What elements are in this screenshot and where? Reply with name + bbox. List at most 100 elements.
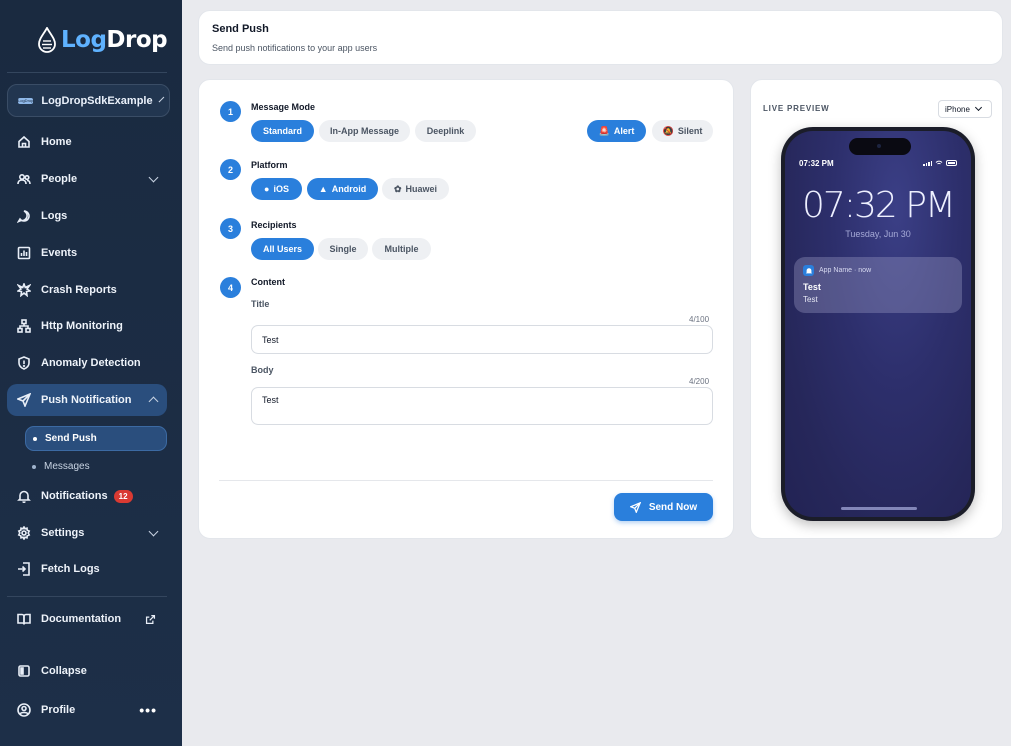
wifi-icon [935,160,943,165]
nav-label-people: People [41,173,78,185]
chat-bubble-icon [17,209,31,223]
home-icon [17,135,31,149]
platform-huawei-label: Huawei [405,184,438,194]
mode-standard-button[interactable]: Standard [251,120,314,142]
nav-item-http-monitoring[interactable]: Http Monitoring [7,310,167,342]
signal-icon [923,160,932,166]
app-mini-logo: LogDrop [18,97,34,104]
external-link-icon [143,612,157,626]
phone-mockup: 07:32 PM 07:32 PM Tuesday, Jun 30 App Na… [781,127,975,521]
notification-title: Test [803,282,821,292]
app-name: LogDropSdkExample [41,94,153,107]
platform-ios-label: iOS [273,184,289,194]
step-1-label: Message Mode [251,102,316,112]
notification-app-name: App Name · now [819,267,872,274]
sidebar-collapse-icon [17,664,31,678]
bar-chart-icon [17,246,31,260]
lock-screen-date: Tuesday, Jun 30 [845,229,911,239]
divider [219,480,713,481]
gear-icon [17,526,31,540]
battery-icon [946,160,957,166]
nav-item-crash-reports[interactable]: Crash Reports [7,274,167,306]
logdrop-logo[interactable]: LogDrop [37,25,168,55]
recipients-multiple-button[interactable]: Multiple [372,238,431,260]
mode-deeplink-button[interactable]: Deeplink [415,120,476,142]
divider [7,72,167,73]
platform-ios-button[interactable]: ● iOS [251,178,302,200]
nav-label-fetch-logs: Fetch Logs [41,563,100,575]
bullet-dot [32,464,36,469]
nav-label-events: Events [41,247,78,259]
page-header: Send Push Send push notifications to you… [198,10,1003,65]
step-2-label: Platform [251,160,288,170]
nav-item-documentation[interactable]: Documentation [7,603,167,635]
nav-item-notifications[interactable]: Notifications 12 [7,480,167,512]
nav-item-fetch-logs[interactable]: Fetch Logs [7,553,167,585]
nav-item-collapse[interactable]: Collapse [7,655,167,687]
nav-label-settings: Settings [41,527,85,539]
dynamic-island [849,138,911,155]
body-field-label: Body [251,365,274,375]
recipients-single-button[interactable]: Single [318,238,368,260]
platform-huawei-button[interactable]: ✿ Huawei [382,178,449,200]
silent-button[interactable]: 🔕 Silent [652,120,713,142]
explosion-icon [17,283,31,297]
android-icon: ▲ [318,184,328,194]
home-indicator [841,507,917,510]
live-preview-label: LIVE PREVIEW [763,104,830,113]
send-now-button[interactable]: Send Now [614,493,713,521]
device-select[interactable]: iPhone [938,100,992,118]
huawei-icon: ✿ [393,183,402,194]
sub-label-messages: Messages [44,461,90,472]
notification-body: Test [803,295,818,304]
nav-item-anomaly-detection[interactable]: Anomaly Detection [7,347,167,379]
nav-item-logs[interactable]: Logs [7,200,167,232]
import-icon [17,562,31,576]
status-bar-icons [923,160,957,166]
chevron-down-icon [158,96,164,102]
page-title: Send Push [212,23,269,35]
sub-item-send-push[interactable]: Send Push [25,426,167,451]
divider [7,596,167,597]
device-select-value: iPhone [945,104,970,114]
platform-android-button[interactable]: ▲ Android [307,178,378,200]
send-push-form: 1 Message Mode Standard In-App Message D… [198,79,734,539]
send-icon [629,501,641,513]
chevron-up-icon [148,396,159,407]
live-preview-panel: LIVE PREVIEW iPhone 07:32 PM 07:32 PM Tu… [750,79,1003,539]
chevron-down-icon [148,526,159,537]
sub-label-send-push: Send Push [45,433,97,444]
nav-label-documentation: Documentation [41,613,122,625]
nav-item-home[interactable]: Home [7,126,167,158]
title-input[interactable] [251,325,713,354]
bell-icon [17,489,31,503]
more-icon[interactable]: ••• [139,702,157,718]
silent-label: Silent [677,126,703,136]
logo-text: LogDrop [61,27,168,53]
body-textarea[interactable]: Test [251,387,713,425]
nav-label-http-monitoring: Http Monitoring [41,320,123,332]
book-icon [17,612,31,626]
notifications-count-badge: 12 [113,489,133,503]
platform-android-label: Android [331,184,367,194]
step-1-badge: 1 [220,101,241,122]
people-icon [17,172,31,186]
nav-item-push-notification[interactable]: Push Notification [7,384,167,416]
chevron-down-icon [148,172,159,183]
network-icon [17,319,31,333]
send-icon [17,393,31,407]
nav-item-settings[interactable]: Settings [7,517,167,549]
nav-label-push-notification: Push Notification [41,394,132,406]
mode-in-app-button[interactable]: In-App Message [319,120,410,142]
user-circle-icon [17,703,31,717]
nav-item-events[interactable]: Events [7,237,167,269]
chevron-down-icon [974,103,982,112]
nav-item-people[interactable]: People [7,163,167,195]
app-selector[interactable]: LogDrop LogDropSdkExample [7,84,170,117]
nav-item-profile[interactable]: Profile ••• [7,694,167,726]
sub-item-messages[interactable]: Messages [25,454,167,479]
alert-button[interactable]: 🚨 Alert [587,120,646,142]
nav-label-crash-reports: Crash Reports [41,284,117,296]
page-subtitle: Send push notifications to your app user… [212,43,378,53]
recipients-all-users-button[interactable]: All Users [251,238,314,260]
